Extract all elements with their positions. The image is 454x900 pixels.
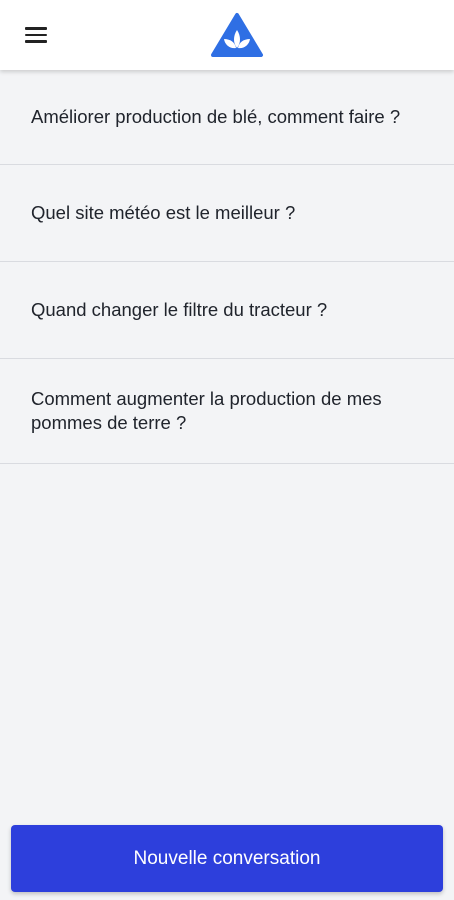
app-logo-icon — [211, 13, 263, 57]
conversation-item[interactable]: Quand changer le filtre du tracteur ? — [0, 262, 454, 359]
conversation-list: Améliorer production de blé, comment fai… — [0, 70, 454, 464]
conversation-item[interactable]: Quel site météo est le meilleur ? — [0, 165, 454, 262]
hamburger-line — [25, 27, 47, 30]
conversation-item[interactable]: Améliorer production de blé, comment fai… — [0, 70, 454, 165]
conversation-title: Quand changer le filtre du tracteur ? — [31, 299, 328, 320]
hamburger-line — [25, 33, 47, 37]
conversation-title: Quel site météo est le meilleur ? — [31, 202, 296, 223]
menu-button[interactable] — [18, 20, 54, 50]
new-conversation-button[interactable]: Nouvelle conversation — [11, 825, 443, 892]
conversation-title: Améliorer production de blé, comment fai… — [31, 106, 401, 127]
app-header — [0, 0, 454, 70]
conversation-title: Comment augmenter la production de mes p… — [31, 388, 382, 433]
conversation-item[interactable]: Comment augmenter la production de mes p… — [0, 359, 454, 464]
hamburger-line — [25, 40, 47, 43]
